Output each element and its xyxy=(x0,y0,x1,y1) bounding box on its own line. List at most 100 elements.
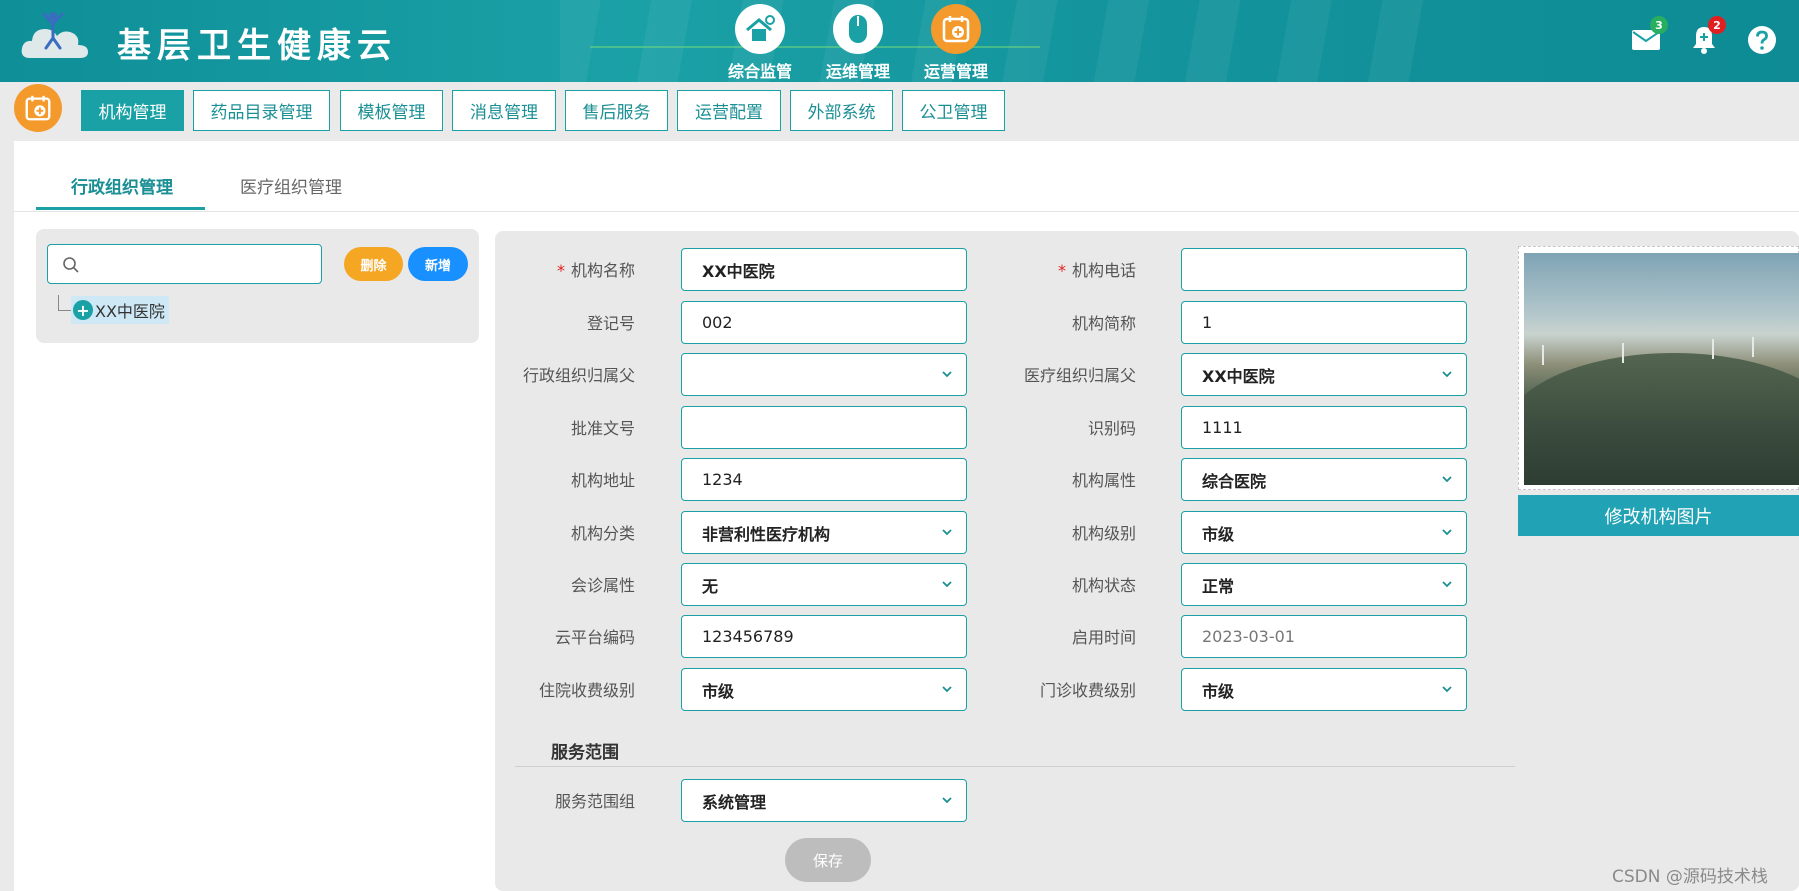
select-value: 正常 xyxy=(1202,576,1235,596)
save-button[interactable]: 保存 xyxy=(785,838,871,882)
app-title: 基层卫生健康云 xyxy=(117,26,397,66)
calendar-plus-icon xyxy=(942,16,970,43)
tab-admin-org[interactable]: 行政组织管理 xyxy=(71,173,173,198)
service-group-select[interactable]: 系统管理 xyxy=(681,779,967,822)
consult-label: 会诊属性 xyxy=(570,576,635,595)
section-divider xyxy=(515,766,1515,767)
tab-medical-org[interactable]: 医疗组织管理 xyxy=(240,173,342,198)
nav-label: 运维管理 xyxy=(825,62,890,81)
outpatient-fee-select[interactable]: 市级 xyxy=(1181,668,1467,711)
select-value: 非营利性医疗机构 xyxy=(702,524,831,544)
inpatient-fee-label: 住院收费级别 xyxy=(538,681,635,700)
tab-after-sales[interactable]: 售后服务 xyxy=(565,90,668,131)
tab-operation-config[interactable]: 运营配置 xyxy=(677,90,781,131)
nav-supervision[interactable]: 综合监管 xyxy=(710,4,810,82)
header-decoration xyxy=(560,0,1460,82)
id-code-input[interactable]: 1111 xyxy=(1181,406,1467,449)
short-name-input[interactable]: 1 xyxy=(1181,301,1467,344)
chevron-down-icon xyxy=(1442,371,1452,378)
top-header: 基层卫生健康云 综合监管 运维管理 运营管理 3 2 xyxy=(0,0,1799,82)
wind-turbine xyxy=(1622,343,1624,363)
edit-photo-button[interactable]: 修改机构图片 xyxy=(1518,495,1799,536)
approval-no-label: 批准文号 xyxy=(570,419,635,438)
cloud-code-input[interactable]: 123456789 xyxy=(681,615,967,658)
id-code-label: 识别码 xyxy=(1087,419,1136,438)
house-stethoscope-icon xyxy=(746,15,775,41)
tree-node-label: XX中医院 xyxy=(95,302,165,321)
nav-circle xyxy=(735,4,785,54)
chevron-down-icon xyxy=(942,797,952,804)
nav-circle xyxy=(931,4,981,54)
wind-turbine xyxy=(1752,337,1754,357)
institution-phone-input[interactable] xyxy=(1181,248,1467,291)
address-label: 机构地址 xyxy=(570,471,635,490)
medical-parent-select[interactable]: XX中医院 xyxy=(1181,353,1467,396)
select-value: 系统管理 xyxy=(702,792,767,812)
nav-circle xyxy=(833,4,883,54)
tree-connector xyxy=(58,295,72,311)
nav-maintenance[interactable]: 运维管理 xyxy=(808,4,908,82)
watermark: CSDN @源码技术栈 xyxy=(1612,867,1768,887)
service-group-label: 服务范围组 xyxy=(554,792,635,811)
chevron-down-icon xyxy=(1442,529,1452,536)
level-label: 机构级别 xyxy=(1071,524,1136,543)
select-value: 市级 xyxy=(1202,681,1235,701)
required-mark: * xyxy=(556,261,565,280)
mail-badge: 3 xyxy=(1650,16,1668,34)
tree-search-input[interactable] xyxy=(47,244,322,284)
label-text: 机构名称 xyxy=(570,261,635,280)
institution-name-input[interactable]: XX中医院 xyxy=(681,248,967,291)
nav-label: 运营管理 xyxy=(923,62,988,81)
chevron-down-icon xyxy=(1442,581,1452,588)
tab-divider xyxy=(14,211,1799,212)
service-section-title: 服务范围 xyxy=(551,743,619,763)
cloud-code-label: 云平台编码 xyxy=(554,628,635,647)
select-value: XX中医院 xyxy=(1202,366,1275,386)
status-select[interactable]: 正常 xyxy=(1181,563,1467,606)
tab-template-management[interactable]: 模板管理 xyxy=(340,90,443,131)
tab-message-management[interactable]: 消息管理 xyxy=(452,90,556,131)
module-calendar-icon xyxy=(14,84,62,132)
photo-hill xyxy=(1524,353,1799,485)
hospital-cross-icon: + xyxy=(73,300,93,320)
address-input[interactable]: 1234 xyxy=(681,458,967,501)
tab-external-systems[interactable]: 外部系统 xyxy=(790,90,893,131)
tab-institution-management[interactable]: 机构管理 xyxy=(81,90,184,131)
tree-node[interactable]: + XX中医院 xyxy=(71,296,169,324)
attribute-label: 机构属性 xyxy=(1071,471,1136,490)
level-select[interactable]: 市级 xyxy=(1181,511,1467,554)
help-button[interactable] xyxy=(1744,22,1780,58)
attribute-select[interactable]: 综合医院 xyxy=(1181,458,1467,501)
chevron-down-icon xyxy=(1442,476,1452,483)
notification-button[interactable]: 2 xyxy=(1686,16,1726,58)
phone-label: * 机构电话 xyxy=(936,257,1136,281)
tab-public-health[interactable]: 公卫管理 xyxy=(902,90,1005,131)
status-label: 机构状态 xyxy=(1071,576,1136,595)
institution-photo-frame xyxy=(1518,246,1799,490)
nav-operations[interactable]: 运营管理 xyxy=(906,4,1006,82)
tab-drug-catalog[interactable]: 药品目录管理 xyxy=(193,90,330,131)
calendar-plus-icon xyxy=(25,95,51,121)
nav-label: 综合监管 xyxy=(727,62,792,81)
help-icon xyxy=(1748,26,1776,54)
select-value: 无 xyxy=(702,576,719,596)
start-date-input[interactable]: 2023-03-01 xyxy=(1181,615,1467,658)
mail-button[interactable]: 3 xyxy=(1628,16,1668,58)
approval-no-input[interactable] xyxy=(681,406,967,449)
wind-turbine xyxy=(1542,345,1544,365)
notification-badge: 2 xyxy=(1708,16,1726,34)
consult-select[interactable]: 无 xyxy=(681,563,967,606)
reg-no-input[interactable]: 002 xyxy=(681,301,967,344)
inpatient-fee-select[interactable]: 市级 xyxy=(681,668,967,711)
admin-parent-select[interactable] xyxy=(681,353,967,396)
start-date-label: 启用时间 xyxy=(1071,628,1136,647)
outpatient-fee-label: 门诊收费级别 xyxy=(1039,681,1136,700)
category-select[interactable]: 非营利性医疗机构 xyxy=(681,511,967,554)
category-label: 机构分类 xyxy=(570,524,635,543)
search-icon xyxy=(63,257,79,273)
admin-parent-label: 行政组织归属父 xyxy=(522,366,635,385)
wind-turbine xyxy=(1712,339,1714,359)
short-name-label: 机构简称 xyxy=(1071,314,1136,333)
required-mark: * xyxy=(1057,261,1066,280)
delete-button[interactable]: 删除 xyxy=(344,247,403,281)
